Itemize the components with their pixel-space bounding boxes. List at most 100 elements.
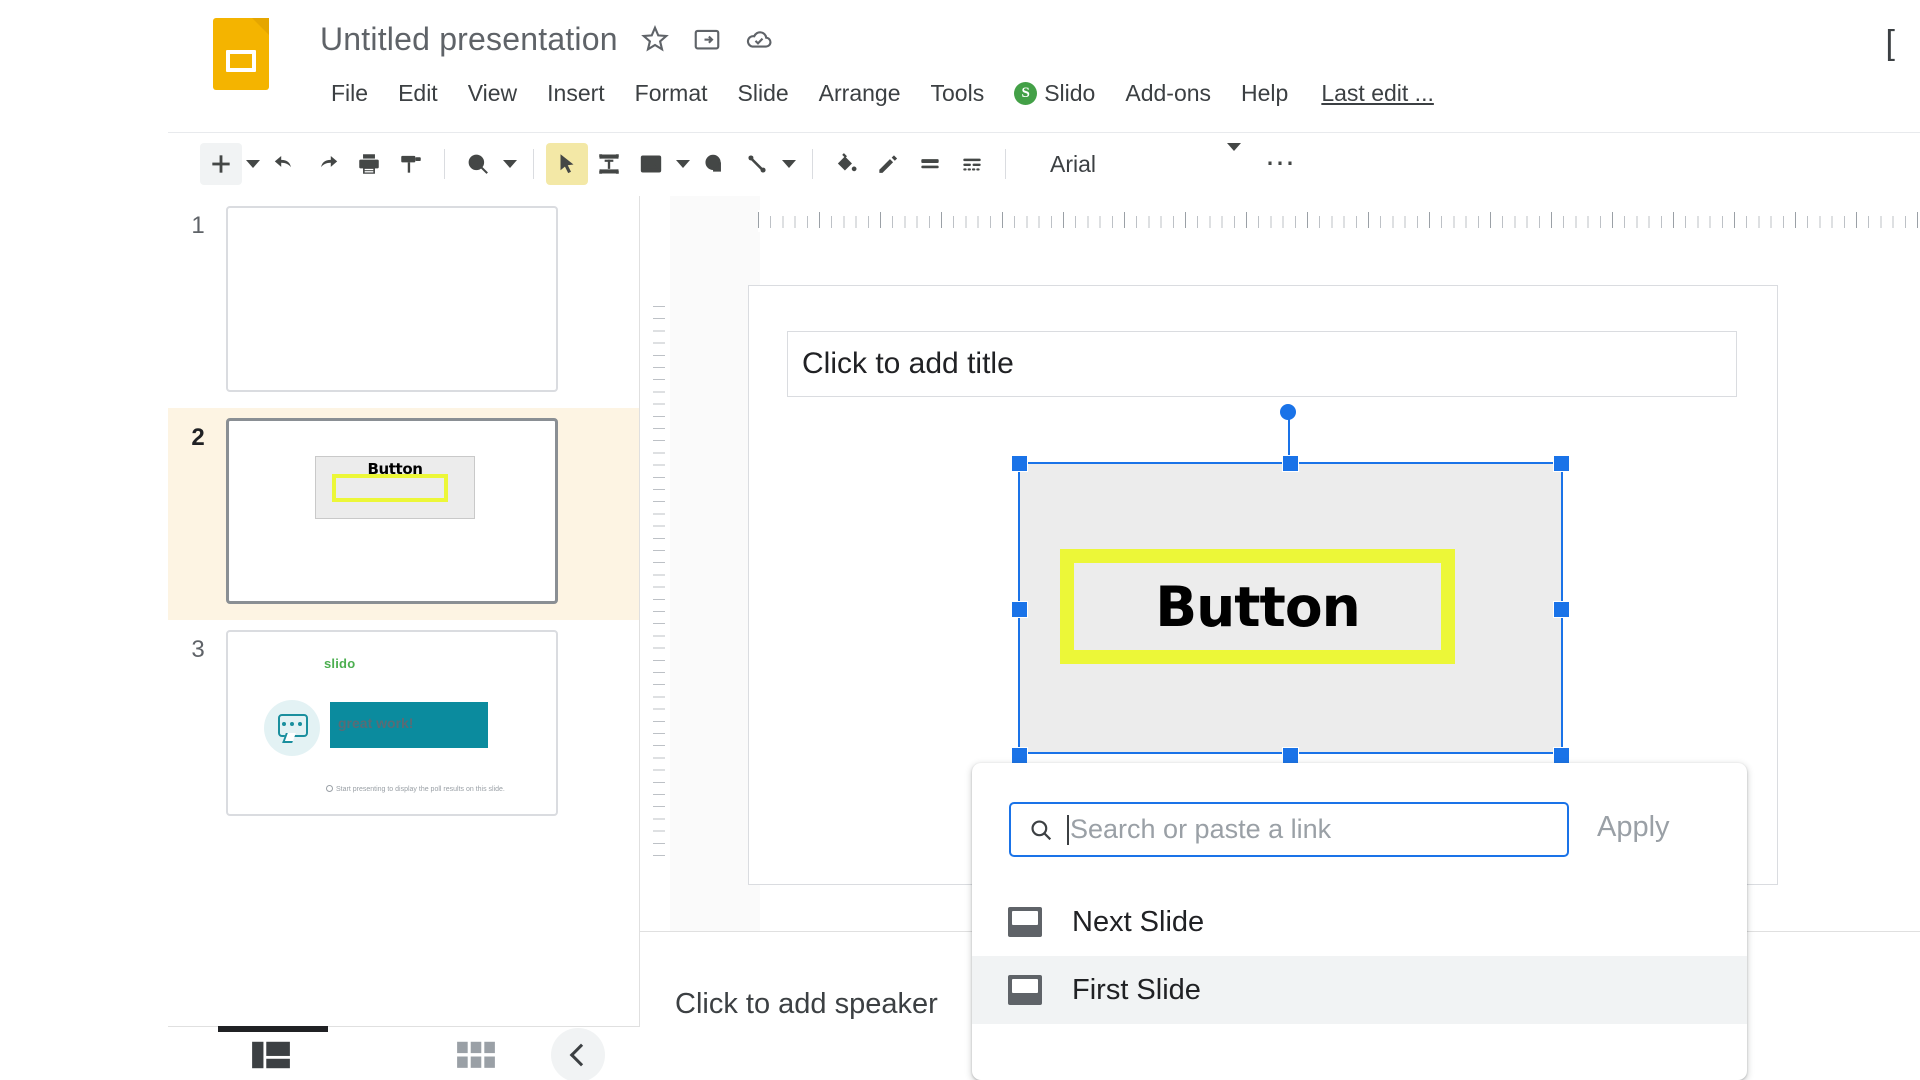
last-edit-link[interactable]: Last edit ... <box>1321 80 1434 107</box>
paint-format-button[interactable] <box>390 143 432 185</box>
filmstrip-slide-1[interactable]: 1 <box>168 196 639 408</box>
toolbar-divider-2 <box>533 149 534 179</box>
border-dash-button[interactable] <box>951 143 993 185</box>
insert-image-button[interactable] <box>630 143 672 185</box>
slide-filmstrip[interactable]: 1 2 Button 3 slido great work! Start pre… <box>168 196 640 1026</box>
thumb-button-label: Button <box>367 460 423 478</box>
link-option-label: First Slide <box>1072 973 1201 1006</box>
move-to-folder-icon[interactable] <box>692 24 722 54</box>
search-icon <box>1028 817 1054 843</box>
button-shape-label: Button <box>1155 574 1361 639</box>
new-slide-button[interactable] <box>200 143 242 185</box>
speaker-notes-placeholder: Click to add speaker <box>675 988 938 1020</box>
page-title[interactable]: Untitled presentation <box>320 21 618 58</box>
slide-number: 2 <box>191 424 205 451</box>
slide-thumbnail[interactable] <box>226 206 558 392</box>
menu-slide[interactable]: Slide <box>723 76 804 110</box>
border-color-button[interactable] <box>867 143 909 185</box>
slide-icon <box>1008 973 1042 1007</box>
link-search-placeholder: Search or paste a link <box>1070 814 1332 844</box>
menu-slido-label: Slido <box>1044 80 1096 106</box>
redo-button[interactable] <box>306 143 348 185</box>
menu-tools[interactable]: Tools <box>916 76 1000 110</box>
slides-logo-icon <box>213 18 269 90</box>
header-right-edge: [ <box>1885 24 1895 62</box>
menu-arrange[interactable]: Arrange <box>804 76 916 110</box>
zoom-in-button[interactable] <box>457 143 499 185</box>
resize-handle-bottom-center[interactable] <box>1282 747 1299 764</box>
fill-color-button[interactable] <box>825 143 867 185</box>
line-caret-icon[interactable] <box>778 143 800 185</box>
resize-handle-top-center[interactable] <box>1282 455 1299 472</box>
google-slides-window: Untitled presentation File Edit View Ins… <box>0 0 1920 1080</box>
resize-handle-top-right[interactable] <box>1553 455 1570 472</box>
star-icon[interactable] <box>640 24 670 54</box>
menu-slido[interactable]: S Slido <box>999 76 1110 110</box>
active-view-indicator <box>218 1026 328 1032</box>
resize-handle-middle-left[interactable] <box>1011 601 1028 618</box>
main-toolbar: Arial ⋯ <box>0 132 1920 196</box>
filmstrip-slide-2[interactable]: 2 Button <box>168 408 639 620</box>
menu-help[interactable]: Help <box>1226 76 1303 110</box>
print-button[interactable] <box>348 143 390 185</box>
poll-option-label: great work! <box>338 715 414 731</box>
slido-badge-icon: S <box>1014 81 1038 105</box>
cloud-saved-icon[interactable] <box>744 24 774 54</box>
rotate-handle-icon[interactable] <box>1280 404 1296 420</box>
undo-button[interactable] <box>264 143 306 185</box>
menu-view[interactable]: View <box>453 76 532 110</box>
toolbar-divider-4 <box>1005 149 1006 179</box>
link-option-next-slide[interactable]: Next Slide <box>972 888 1747 956</box>
slide-icon <box>1008 905 1042 939</box>
text-cursor <box>1067 814 1069 845</box>
app-header: Untitled presentation File Edit View Ins… <box>0 0 1920 132</box>
line-button[interactable] <box>736 143 778 185</box>
grid-view-icon[interactable] <box>453 1038 499 1072</box>
slide-number: 1 <box>191 212 205 239</box>
text-box-button[interactable] <box>588 143 630 185</box>
link-option-first-slide[interactable]: First Slide <box>972 956 1747 1024</box>
more-options-icon[interactable]: ⋯ <box>1265 149 1297 179</box>
link-search-input[interactable]: Search or paste a link <box>1009 802 1569 857</box>
poll-footer-note: Start presenting to display the poll res… <box>326 784 505 793</box>
vertical-ruler[interactable] <box>644 306 670 866</box>
slido-logo: slido <box>324 656 356 671</box>
menu-edit[interactable]: Edit <box>383 76 453 110</box>
chevron-left-icon[interactable] <box>551 1028 605 1080</box>
apply-button[interactable]: Apply <box>1597 811 1670 844</box>
insert-link-dialog[interactable]: Search or paste a link Apply Next Slide … <box>972 763 1747 1080</box>
thumb-yellow-border <box>332 474 448 502</box>
toolbar-top-divider <box>168 132 1920 133</box>
filmstrip-view-icon[interactable] <box>248 1038 294 1072</box>
image-caret-icon[interactable] <box>672 143 694 185</box>
resize-handle-middle-right[interactable] <box>1553 601 1570 618</box>
menu-add-ons[interactable]: Add-ons <box>1110 76 1226 110</box>
toolbar-divider <box>444 149 445 179</box>
thumb-shape: Button <box>315 456 475 519</box>
slide-thumbnail[interactable]: slido great work! Start presenting to di… <box>226 630 558 816</box>
horizontal-ruler[interactable] <box>758 210 1920 232</box>
speech-bubble-dots-icon <box>282 722 302 726</box>
shape-button[interactable] <box>694 143 736 185</box>
slide-title-placeholder-text: Click to add title <box>802 347 1014 380</box>
link-search-row: Search or paste a link Apply <box>972 763 1747 875</box>
filmstrip-slide-3[interactable]: 3 slido great work! Start presenting to … <box>168 620 639 832</box>
rotate-handle-stem <box>1288 413 1290 461</box>
new-slide-caret-icon[interactable] <box>242 143 264 185</box>
select-tool-button[interactable] <box>546 143 588 185</box>
zoom-caret-icon[interactable] <box>499 143 521 185</box>
resize-handle-top-left[interactable] <box>1011 455 1028 472</box>
resize-handle-bottom-left[interactable] <box>1011 747 1028 764</box>
menu-file[interactable]: File <box>316 76 383 110</box>
font-caret-icon <box>1227 142 1241 178</box>
slide-number: 3 <box>191 636 205 663</box>
slide-thumbnail[interactable]: Button <box>226 418 558 604</box>
menu-insert[interactable]: Insert <box>532 76 620 110</box>
font-family-value: Arial <box>1050 150 1097 177</box>
font-family-selector[interactable]: Arial <box>1042 142 1247 185</box>
border-weight-button[interactable] <box>909 143 951 185</box>
menu-format[interactable]: Format <box>620 76 723 110</box>
poll-result-bar: great work! <box>330 702 488 748</box>
resize-handle-bottom-right[interactable] <box>1553 747 1570 764</box>
slide-title-placeholder[interactable]: Click to add title <box>787 331 1737 397</box>
